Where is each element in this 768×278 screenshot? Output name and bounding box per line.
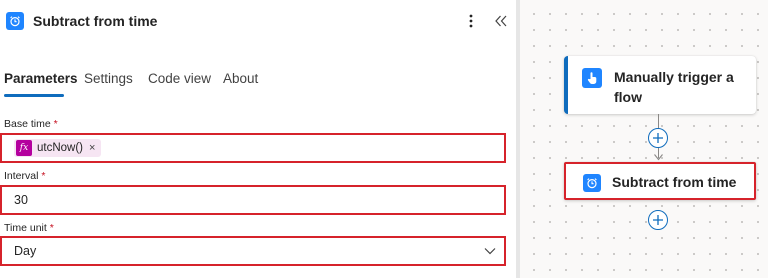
action-details-panel: Subtract from time Parameters Settings C… <box>0 0 516 278</box>
panel-title: Subtract from time <box>33 13 158 29</box>
panel-header: Subtract from time <box>0 0 516 44</box>
action-card-title: Subtract from time <box>612 174 737 190</box>
plus-icon <box>653 215 663 225</box>
interval-label: Interval * <box>4 170 46 182</box>
double-chevron-left-icon <box>495 15 507 27</box>
time-unit-value: Day <box>14 244 37 258</box>
tab-parameters[interactable]: Parameters <box>4 71 78 86</box>
flow-designer-canvas: Manually trigger a flow Subtract from ti… <box>520 0 768 278</box>
base-time-field[interactable]: fx utcNow() × <box>0 133 506 163</box>
trigger-card-title: Manually trigger a flow <box>614 69 734 105</box>
more-options-button[interactable] <box>464 10 478 32</box>
time-unit-label: Time unit * <box>4 222 54 234</box>
touch-hand-icon <box>582 68 602 88</box>
function-icon: fx <box>16 140 32 156</box>
add-step-button[interactable] <box>648 210 668 230</box>
arrow-down-icon <box>654 154 663 161</box>
collapse-panel-button[interactable] <box>492 10 510 32</box>
base-time-label: Base time * <box>4 118 58 130</box>
trigger-card[interactable]: Manually trigger a flow <box>564 56 756 114</box>
add-step-button[interactable] <box>648 128 668 148</box>
expression-token[interactable]: fx utcNow() × <box>14 139 102 157</box>
interval-value: 30 <box>14 193 28 207</box>
tab-code-view[interactable]: Code view <box>148 71 211 86</box>
remove-token-icon[interactable]: × <box>89 142 95 154</box>
tab-about[interactable]: About <box>223 71 258 86</box>
time-unit-dropdown[interactable]: Day <box>0 236 506 266</box>
alarm-clock-icon <box>6 12 24 30</box>
expression-token-label: utcNow() <box>37 142 84 154</box>
interval-field[interactable]: 30 <box>0 185 506 215</box>
tab-settings[interactable]: Settings <box>84 71 133 86</box>
alarm-clock-icon <box>583 174 601 192</box>
plus-icon <box>653 133 663 143</box>
subtract-from-time-card[interactable]: Subtract from time <box>564 162 756 200</box>
active-tab-indicator <box>4 94 64 97</box>
chevron-down-icon[interactable] <box>484 245 496 257</box>
more-vertical-icon <box>469 14 473 28</box>
panel-tabs: Parameters Settings Code view About <box>0 68 516 98</box>
